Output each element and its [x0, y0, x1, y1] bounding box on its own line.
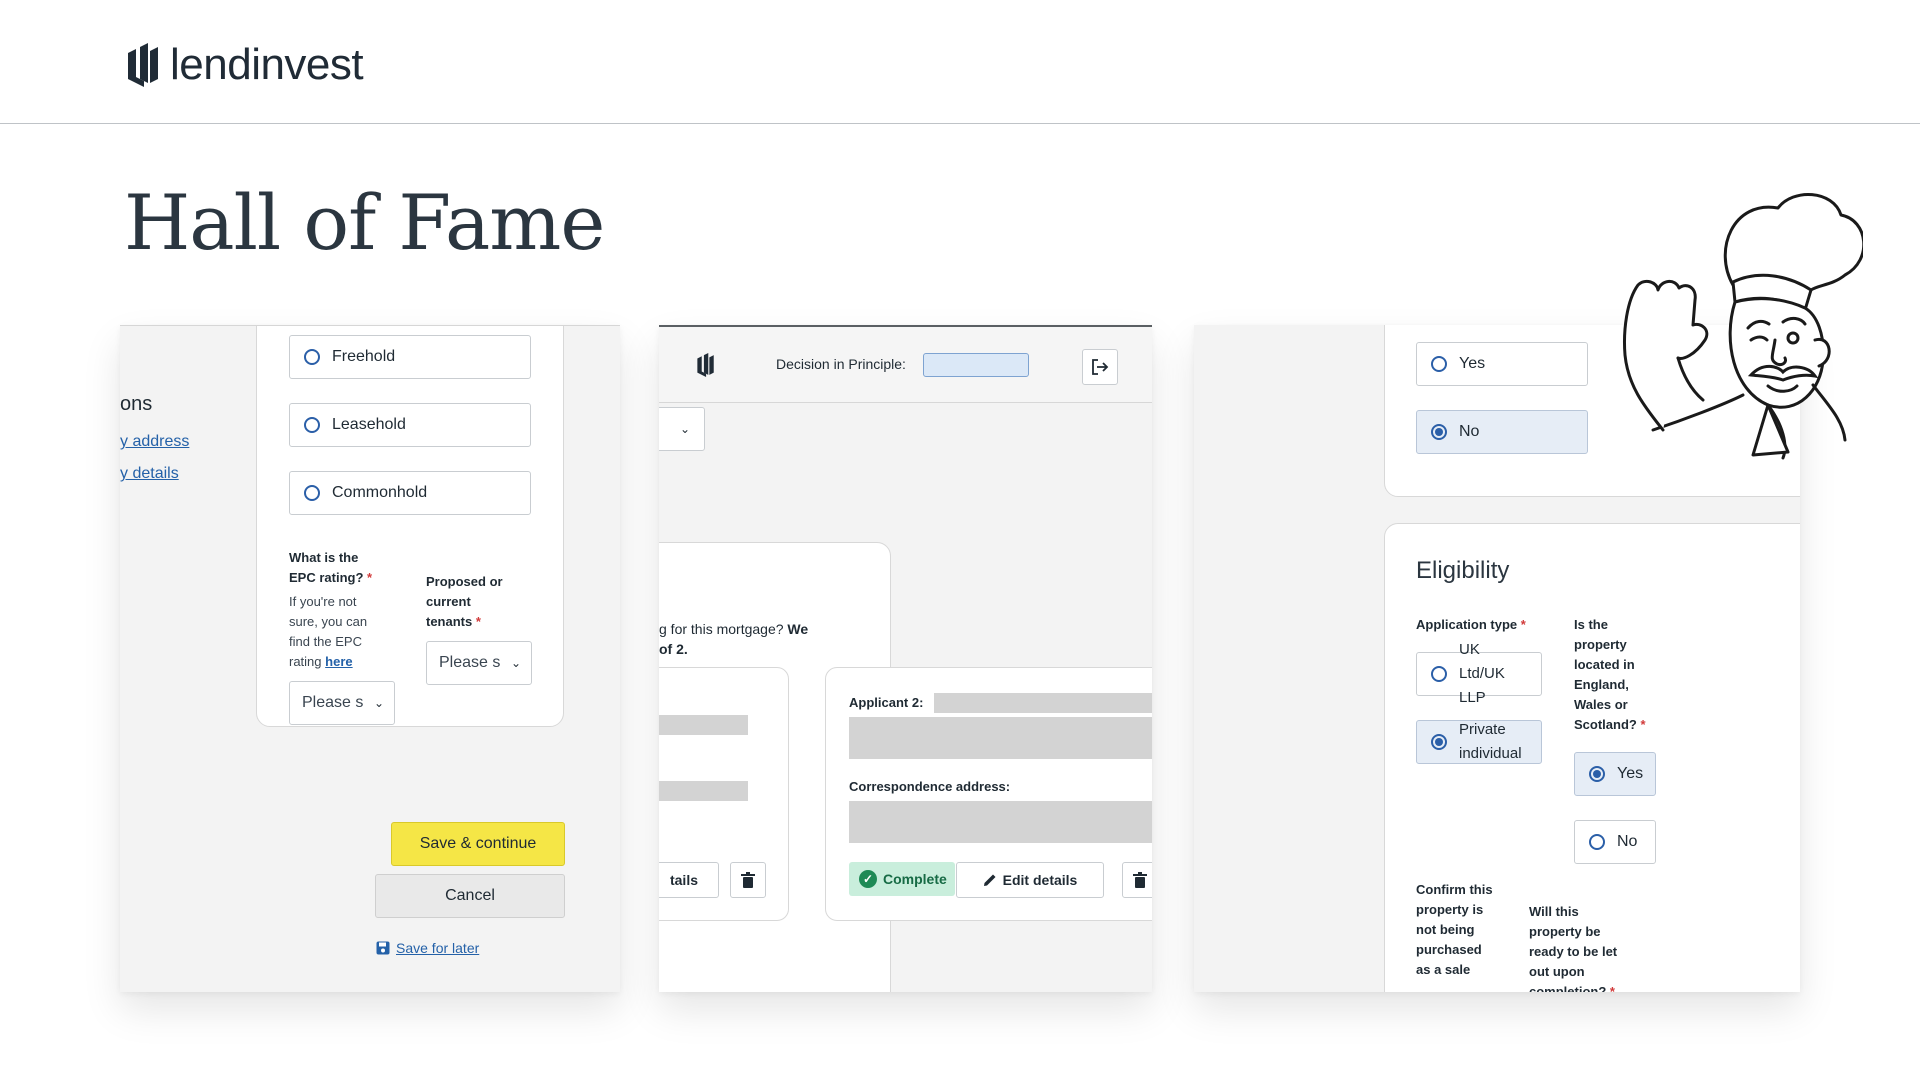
edit-details-button[interactable]: Edit details [956, 862, 1104, 898]
tenure-option-label: Commonhold [332, 484, 428, 501]
brand-name: lendinvest [170, 40, 364, 89]
redacted-field [849, 801, 1152, 843]
sidebar-section-title: ons [120, 393, 153, 415]
option-no[interactable]: No [1416, 410, 1588, 454]
cancel-button[interactable]: Cancel [375, 874, 565, 918]
redacted-field [849, 717, 1152, 759]
delete-applicant-button[interactable] [1122, 862, 1152, 898]
radio-unselected-icon [304, 485, 320, 501]
tenure-option-commonhold[interactable]: Commonhold [289, 471, 531, 515]
section-dropdown[interactable]: ⌄ [659, 407, 705, 451]
epc-help-text: If you're not sure, you can find the EPC… [289, 594, 368, 669]
property-location-label: Is the property located in England, Wale… [1574, 617, 1646, 732]
site-header: lendinvest [0, 0, 1920, 124]
sidebar-link-details[interactable]: y details [120, 465, 179, 483]
redacted-field [659, 715, 748, 735]
option-yes[interactable]: Yes [1416, 342, 1588, 386]
radio-selected-icon [1431, 734, 1447, 750]
logout-icon [1092, 359, 1109, 375]
application-type-private-individual[interactable]: Private individual [1416, 720, 1542, 764]
chevron-down-icon: ⌄ [679, 422, 690, 436]
radio-selected-icon [1431, 424, 1447, 440]
check-circle-icon: ✓ [859, 870, 877, 888]
radio-selected-icon [1589, 766, 1605, 782]
radio-unselected-icon [1431, 666, 1447, 682]
trash-icon [1133, 872, 1147, 888]
epc-rating-select[interactable]: Please s ⌄ [289, 681, 395, 725]
lendinvest-logo-icon[interactable] [695, 353, 715, 377]
redacted-field [934, 693, 1152, 713]
applicant-2-label: Applicant 2: [849, 695, 924, 710]
epc-help-link[interactable]: here [325, 654, 352, 669]
tenure-option-freehold[interactable]: Freehold [289, 335, 531, 379]
chevron-down-icon: ⌄ [373, 696, 384, 710]
lendinvest-logo-icon [128, 43, 158, 87]
application-type-uk-ltd[interactable]: UK Ltd/UK LLP [1416, 641, 1542, 706]
pencil-icon [983, 874, 996, 886]
brand-logo[interactable]: lendinvest [124, 40, 364, 90]
correspondence-address-label: Correspondence address: [849, 779, 1011, 794]
radio-unselected-icon [1589, 834, 1605, 850]
tenure-option-leasehold[interactable]: Leasehold [289, 403, 531, 447]
tenure-option-label: Freehold [332, 348, 396, 365]
radio-unselected-icon [1431, 356, 1447, 372]
ready-to-let-label: Will this property be ready to be let ou… [1529, 904, 1618, 992]
page-title: Hall of Fame [124, 178, 605, 267]
eligibility-title: Eligibility [1416, 557, 1510, 584]
sale-confirmation-label: Confirm this property is not being purch… [1416, 882, 1493, 977]
tenure-option-label: Leasehold [332, 416, 406, 433]
screenshot-panel-applicants: Decision in Principle: ⌄ g for this mort… [659, 325, 1152, 992]
redacted-field [659, 781, 748, 801]
delete-applicant-button[interactable] [730, 862, 766, 898]
tenants-select[interactable]: Please s ⌄ [426, 641, 532, 685]
app-topbar: Decision in Principle: [659, 327, 1152, 403]
screenshot-panel-property-form: ons y address y details Freehold Leaseho… [120, 325, 620, 992]
edit-details-button[interactable]: tails [659, 862, 719, 898]
radio-unselected-icon [304, 349, 320, 365]
epc-rating-label: What is the EPC rating? * [289, 550, 373, 585]
dip-input[interactable] [923, 353, 1029, 377]
dip-label: Decision in Principle: [776, 356, 906, 372]
chef-kiss-illustration-icon [1623, 193, 1863, 460]
location-option-no[interactable]: No [1574, 820, 1656, 864]
complete-status-badge: ✓ Complete [849, 862, 955, 896]
trash-icon [741, 872, 755, 888]
logout-button[interactable] [1082, 349, 1118, 385]
chevron-down-icon: ⌄ [510, 656, 521, 670]
application-type-label: Application type * [1416, 617, 1526, 632]
floppy-disk-icon [376, 941, 390, 955]
save-for-later-link[interactable]: Save for later [376, 940, 479, 956]
tenants-label: Proposed or current tenants * [426, 574, 503, 629]
location-option-yes[interactable]: Yes [1574, 752, 1656, 796]
sidebar-link-address[interactable]: y address [120, 433, 189, 451]
radio-unselected-icon [304, 417, 320, 433]
save-continue-button[interactable]: Save & continue [391, 822, 565, 866]
applicants-question: g for this mortgage? We of 2. [659, 621, 809, 657]
